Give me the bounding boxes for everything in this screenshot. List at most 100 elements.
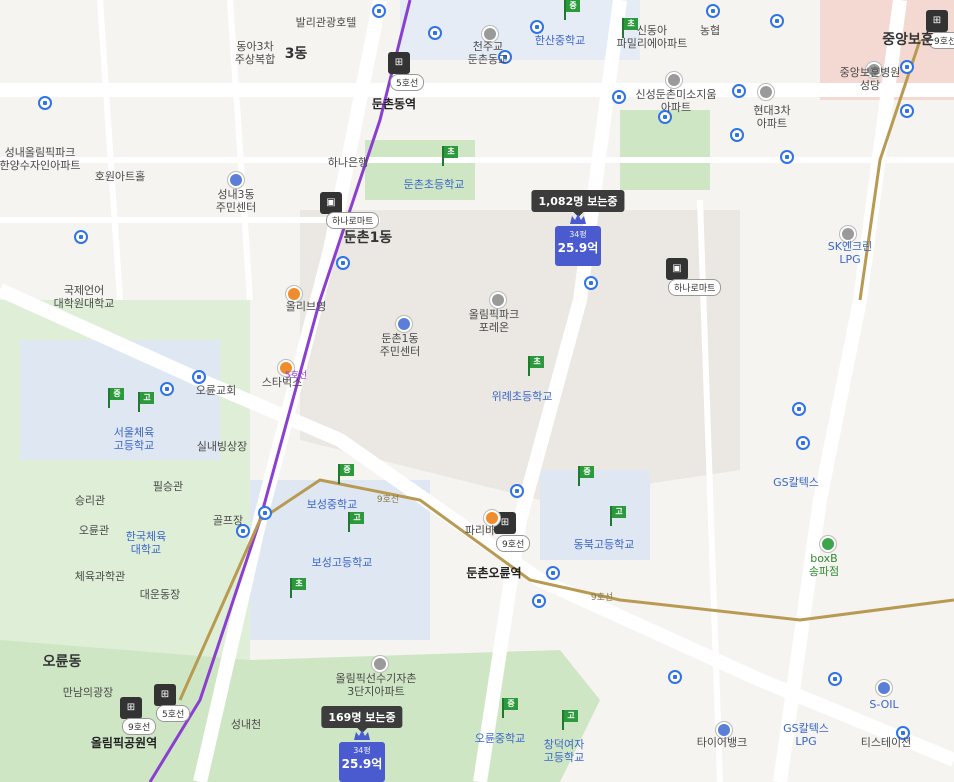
bus-stop-icon[interactable] [900, 60, 914, 74]
station-line-tag: 5호선 [390, 74, 425, 91]
map-canvas[interactable]: 1,082명 보는중 34평 25.9억 169명 보는중 34평 25.9억 … [0, 0, 954, 782]
mart-icon[interactable]: ▣ [666, 258, 688, 280]
school-flag-icon[interactable]: 중 [500, 698, 518, 718]
bus-stop-icon[interactable] [730, 128, 744, 142]
label-dunchon1dong: 둔촌1동 [343, 230, 393, 246]
store-icon[interactable] [820, 536, 836, 552]
label-gs-lpg: GS칼텍스 LPG [783, 722, 829, 748]
map-base-layer [0, 0, 954, 782]
label-line5-track: 5호선 [284, 371, 308, 381]
bus-stop-icon[interactable] [530, 20, 544, 34]
bus-stop-icon[interactable] [828, 672, 842, 686]
community-center-icon[interactable] [228, 172, 244, 188]
gas-station-icon[interactable] [876, 680, 892, 696]
bus-stop-icon[interactable] [780, 150, 794, 164]
label-hansan-middle: 한산중학교 [534, 34, 586, 47]
station-line-tag: 9호선 [496, 535, 531, 552]
station-line-tag: 5호선 [156, 705, 191, 722]
bus-stop-icon[interactable] [584, 276, 598, 290]
school-flag-icon[interactable]: 중 [562, 0, 580, 20]
label-sk-lpg: SK엔크린 LPG [827, 240, 873, 266]
label-seongnaecheon: 성내천 [230, 718, 262, 731]
mart-icon[interactable]: ▣ [320, 192, 342, 214]
label-seongnae3-center: 성내3동 주민센터 [215, 188, 257, 214]
label-nonghyup: 농협 [699, 24, 721, 37]
listing-price: 25.9억 [557, 241, 599, 255]
bus-stop-icon[interactable] [38, 96, 52, 110]
apartment-icon[interactable] [758, 84, 774, 100]
listing-viewers-badge[interactable]: 169명 보는중 [321, 706, 403, 733]
bus-stop-icon[interactable] [732, 84, 746, 98]
listing-viewers-badge[interactable]: 1,082명 보는중 [531, 190, 625, 217]
label-boseong-middle: 보성중학교 [306, 498, 358, 511]
bus-stop-icon[interactable] [668, 670, 682, 684]
label-jungang-hospital: 중앙보훈병원 성당 [839, 66, 901, 92]
school-flag-icon[interactable]: 초 [440, 146, 458, 166]
label-sinsung-apt: 신동아 파밀리에아파트 [616, 24, 688, 50]
label-line9-track: 9호선 [590, 593, 614, 603]
school-flag-icon[interactable]: 중 [106, 388, 124, 408]
school-flag-icon[interactable]: 초 [526, 356, 544, 376]
subway-station-icon[interactable]: ⊞ [388, 52, 410, 74]
school-flag-icon[interactable]: 고 [608, 506, 626, 526]
subway-station-icon[interactable]: ⊞ [154, 684, 176, 706]
label-bali-hotel: 발리관광호텔 [295, 16, 357, 29]
bus-stop-icon[interactable] [258, 506, 272, 520]
label-knsu: 한국체육 대학교 [125, 530, 167, 556]
label-oryun-hall: 오륜관 [78, 524, 110, 537]
listing-size: 34평 [569, 230, 587, 239]
bus-stop-icon[interactable] [74, 230, 88, 244]
bus-stop-icon[interactable] [612, 90, 626, 104]
label-tistation: 티스테이션 [860, 736, 912, 749]
label-seungri-hall: 승리관 [74, 494, 106, 507]
crown-icon [354, 730, 370, 740]
label-catholic-church: 천주교 둔촌동교 [467, 40, 509, 66]
school-flag-icon[interactable]: 중 [336, 464, 354, 484]
school-flag-icon[interactable]: 초 [288, 578, 306, 598]
label-hana-bank: 하나은행 [327, 156, 369, 169]
label-soil: S-OIL [869, 698, 899, 711]
label-oryun-dong: 오륜동 [42, 654, 82, 670]
apartment-icon[interactable] [666, 72, 682, 88]
school-flag-icon[interactable]: 고 [136, 392, 154, 412]
label-olympic-apt: 성내올림픽파크 한양수자인아파트 [0, 146, 81, 172]
label-hoewon-hall: 호원아트홀 [94, 170, 146, 183]
bus-stop-icon[interactable] [770, 14, 784, 28]
school-flag-icon[interactable]: 고 [560, 710, 578, 730]
label-oryun-middle: 오륜중학교 [474, 732, 526, 745]
bus-stop-icon[interactable] [796, 436, 810, 450]
label-jungang: 중앙보훈 [882, 32, 934, 48]
label-gs-caltex: GS칼텍스 [773, 476, 819, 489]
listing-price-marker[interactable]: 34평 25.9억 [555, 226, 601, 266]
bus-stop-icon[interactable] [160, 382, 174, 396]
apartment-icon[interactable] [490, 292, 506, 308]
label-golf: 골프장 [212, 514, 244, 527]
label-wirye-elementary: 위례초등학교 [491, 390, 553, 403]
bus-stop-icon[interactable] [336, 256, 350, 270]
station-line-tag: 9호선 [122, 718, 157, 735]
label-sinseong-apt: 신성둔촌미소지움 아파트 [635, 88, 717, 114]
bus-stop-icon[interactable] [510, 484, 524, 498]
listing-price-marker[interactable]: 34평 25.9억 [339, 742, 385, 782]
school-flag-icon[interactable]: 고 [346, 512, 364, 532]
label-3dong: 3동 [284, 46, 308, 62]
bus-stop-icon[interactable] [900, 104, 914, 118]
mart-tag: 하나로마트 [326, 212, 380, 229]
bus-stop-icon[interactable] [372, 4, 386, 18]
bus-stop-icon[interactable] [792, 402, 806, 416]
bus-stop-icon[interactable] [192, 370, 206, 384]
apartment-icon[interactable] [372, 656, 388, 672]
community-center-icon[interactable] [396, 316, 412, 332]
bus-stop-icon[interactable] [428, 26, 442, 40]
label-olympic-village-apt: 올림픽선수기자촌 3단지아파트 [335, 672, 417, 698]
label-pe-science: 체육과학관 [74, 570, 126, 583]
bus-stop-icon[interactable] [532, 594, 546, 608]
bus-stop-icon[interactable] [546, 566, 560, 580]
school-flag-icon[interactable]: 중 [576, 466, 594, 486]
bus-stop-icon[interactable] [706, 4, 720, 18]
label-manin-plaza: 만남의광장 [62, 686, 114, 699]
subway-station-icon[interactable]: ⊞ [926, 10, 948, 32]
subway-station-icon[interactable]: ⊞ [120, 697, 142, 719]
label-dunchon-station: 둔촌동역 [371, 97, 417, 111]
label-dunchon1-center: 둔촌1동 주민센터 [379, 332, 421, 358]
